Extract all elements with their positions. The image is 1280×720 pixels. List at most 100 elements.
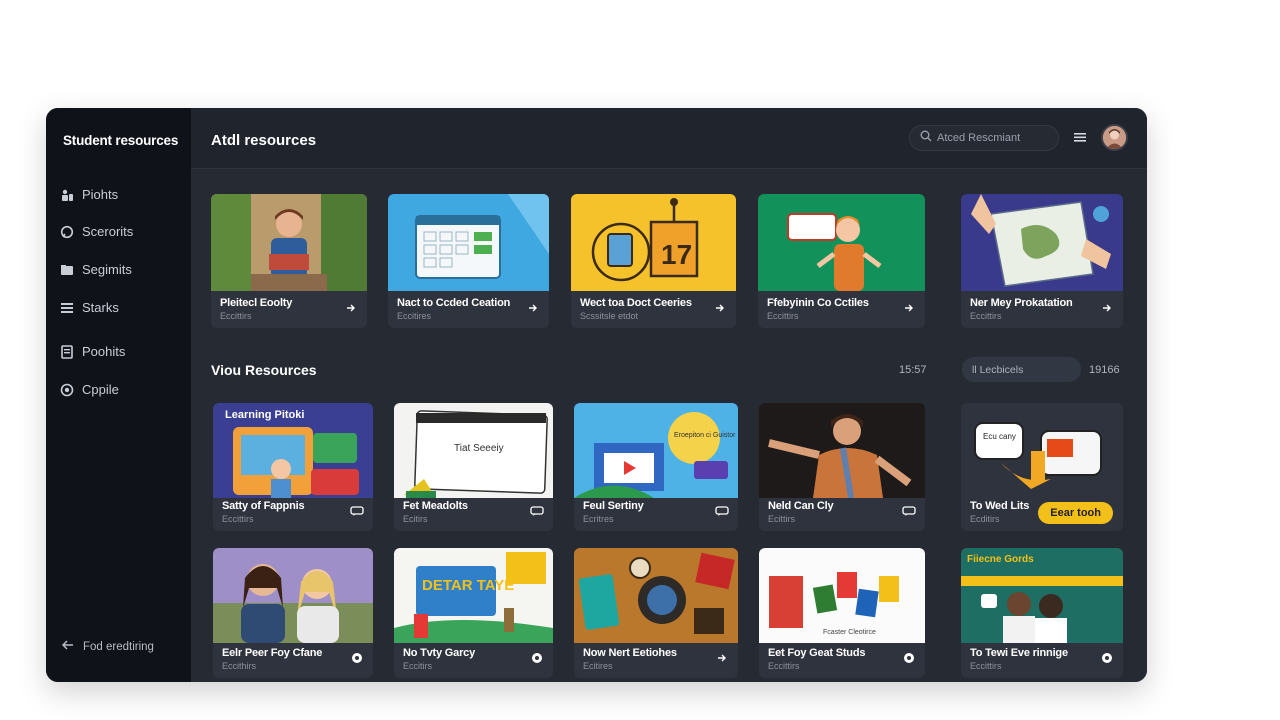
card-subtitle: Eccittirs bbox=[768, 661, 800, 671]
sidebar-item-piohts[interactable]: Piohts bbox=[60, 187, 118, 202]
card-title: Ner Mey Prokatation bbox=[970, 297, 1073, 309]
sidebar-item-segimits[interactable]: Segimits bbox=[60, 262, 132, 277]
document-icon bbox=[60, 344, 74, 359]
card-title: Satty of Fappnis bbox=[222, 500, 305, 512]
chat-icon bbox=[60, 225, 74, 239]
card-thumbnail bbox=[211, 194, 367, 291]
card-thumbnail: Fiiecne Gords bbox=[961, 548, 1123, 643]
arrow-left-icon bbox=[61, 640, 74, 653]
sidebar-item-label: Cppile bbox=[82, 382, 119, 397]
card-title: Wect toa Doct Ceeries bbox=[580, 297, 692, 309]
resource-card[interactable]: Ffebyinin Co Cctiles Eccittirs bbox=[758, 194, 925, 328]
share-icon[interactable] bbox=[715, 652, 729, 664]
card-title: No Tvty Garcy bbox=[403, 647, 475, 659]
thumb-text: Learning Pitoki bbox=[225, 409, 304, 421]
section-count: 15:57 bbox=[899, 364, 927, 376]
search-box[interactable] bbox=[909, 125, 1059, 151]
card-thumbnail: Tiat Seeeiy bbox=[394, 403, 553, 498]
share-icon[interactable] bbox=[902, 302, 916, 314]
share-icon[interactable] bbox=[1100, 302, 1114, 314]
thumb-text: DETAR TAYE bbox=[422, 577, 514, 594]
card-thumbnail: Fcaster Cleotirce bbox=[759, 548, 925, 643]
resource-card[interactable]: Fcaster Cleotirce Eet Foy Geat Studs Ecc… bbox=[759, 548, 925, 678]
sidebar-item-starks[interactable]: Starks bbox=[60, 300, 119, 315]
sidebar-item-label: Piohts bbox=[82, 187, 119, 202]
share-icon[interactable] bbox=[344, 302, 358, 314]
comment-icon[interactable] bbox=[350, 505, 364, 517]
people-icon bbox=[60, 188, 74, 202]
share-icon[interactable] bbox=[526, 302, 540, 314]
resource-card[interactable]: DETAR TAYE No Tvty Garcy Eccitirs bbox=[394, 548, 553, 678]
comment-icon[interactable] bbox=[530, 505, 544, 517]
card-title: To Wed Lits bbox=[970, 500, 1030, 512]
comment-icon[interactable] bbox=[715, 505, 729, 517]
card-title: Neld Can Cly bbox=[768, 500, 834, 512]
card-subtitle: Ecitirs bbox=[403, 514, 428, 524]
card-title: Pleitecl Eoolty bbox=[220, 297, 293, 309]
thumb-text: Fcaster Cleotirce bbox=[823, 629, 876, 636]
globe-icon[interactable] bbox=[350, 652, 364, 664]
card-thumbnail: Learning Pitoki bbox=[213, 403, 373, 498]
resource-card[interactable]: Eroepiton ci Guistor Feul Sertiny Ecritr… bbox=[574, 403, 738, 531]
resource-card[interactable]: 17 Wect toa Doct Ceeries Scssitsle etdot bbox=[571, 194, 736, 328]
card-subtitle: Eccittirs bbox=[220, 311, 252, 321]
sidebar-item-scerorits[interactable]: Scerorits bbox=[60, 224, 133, 239]
card-subtitle: Eccittirs bbox=[767, 311, 799, 321]
sidebar-item-cppile[interactable]: Cppile bbox=[60, 382, 119, 397]
globe-icon[interactable] bbox=[902, 652, 916, 664]
card-subtitle: Eccitires bbox=[397, 311, 432, 321]
resource-card[interactable]: Ecu cany To Wed Lits Ecditirs Eear tooh bbox=[961, 403, 1123, 531]
share-icon[interactable] bbox=[713, 302, 727, 314]
resource-card[interactable]: Now Nert Eetiohes Ecitires bbox=[574, 548, 738, 678]
page-title: Atdl resources bbox=[211, 132, 317, 149]
search-input[interactable] bbox=[937, 132, 1052, 144]
card-subtitle: Ecittirs bbox=[768, 514, 795, 524]
card-title: To Tewi Eve rinnige bbox=[970, 647, 1068, 659]
folder-icon bbox=[60, 263, 74, 277]
resource-card[interactable]: Ner Mey Prokatation Eccittirs bbox=[961, 194, 1123, 328]
sidebar-item-label: Poohits bbox=[82, 344, 126, 359]
avatar[interactable] bbox=[1101, 124, 1128, 151]
top-bar: Atdl resources bbox=[191, 108, 1147, 169]
card-title: Eelr Peer Foy Cfane bbox=[222, 647, 323, 659]
comment-icon[interactable] bbox=[902, 505, 916, 517]
section-title: Viou Resources bbox=[211, 362, 317, 378]
resource-card[interactable]: Fiiecne Gords To Tewi Eve rinnige Eccitt… bbox=[961, 548, 1123, 678]
sidebar-item-label: Scerorits bbox=[82, 224, 134, 239]
card-thumbnail bbox=[574, 548, 738, 643]
card-thumbnail bbox=[961, 194, 1123, 291]
resource-card[interactable]: Nact to Ccded Ceation Eccitires bbox=[388, 194, 549, 328]
resource-card[interactable]: Neld Can Cly Ecittirs bbox=[759, 403, 925, 531]
sidebar-footer-link[interactable]: Fod eredtiring bbox=[61, 640, 154, 653]
filter-dropdown[interactable]: ll Lecbicels bbox=[962, 357, 1081, 382]
card-subtitle: Eccitirs bbox=[403, 661, 432, 671]
learn-button[interactable]: Eear tooh bbox=[1038, 502, 1113, 524]
globe-icon bbox=[60, 383, 74, 397]
sidebar-title: Student resources bbox=[63, 133, 179, 148]
card-title: Ffebyinin Co Cctiles bbox=[767, 297, 869, 309]
menu-icon[interactable] bbox=[1073, 130, 1087, 144]
card-subtitle: Eccittirs bbox=[970, 661, 1002, 671]
footer-link-label: Fod eredtiring bbox=[83, 640, 154, 653]
sidebar-item-label: Starks bbox=[82, 300, 119, 315]
resource-card[interactable]: Eelr Peer Foy Cfane Eccithirs bbox=[213, 548, 373, 678]
list-icon bbox=[60, 301, 74, 315]
card-title: Fet Meadolts bbox=[403, 500, 468, 512]
app-window: Student resources Piohts Scerorits Segim… bbox=[46, 108, 1147, 682]
sidebar-item-label: Segimits bbox=[82, 262, 132, 277]
globe-icon[interactable] bbox=[530, 652, 544, 664]
sidebar: Student resources Piohts Scerorits Segim… bbox=[46, 108, 191, 682]
resource-card[interactable]: Tiat Seeeiy Fet Meadolts Ecitirs bbox=[394, 403, 553, 531]
resource-card[interactable]: Pleitecl Eoolty Eccittirs bbox=[211, 194, 367, 328]
globe-icon[interactable] bbox=[1100, 652, 1114, 664]
card-thumbnail bbox=[759, 403, 925, 499]
card-thumbnail bbox=[758, 194, 925, 291]
search-icon bbox=[920, 129, 932, 147]
card-subtitle: Scssitsle etdot bbox=[580, 311, 639, 321]
sidebar-item-poohits[interactable]: Poohits bbox=[60, 344, 125, 359]
card-title: Now Nert Eetiohes bbox=[583, 647, 677, 659]
card-thumbnail: 17 bbox=[571, 194, 736, 291]
card-title: Feul Sertiny bbox=[583, 500, 644, 512]
resource-card[interactable]: Learning Pitoki Satty of Fappnis Eccitti… bbox=[213, 403, 373, 531]
svg-text:17: 17 bbox=[661, 239, 692, 270]
